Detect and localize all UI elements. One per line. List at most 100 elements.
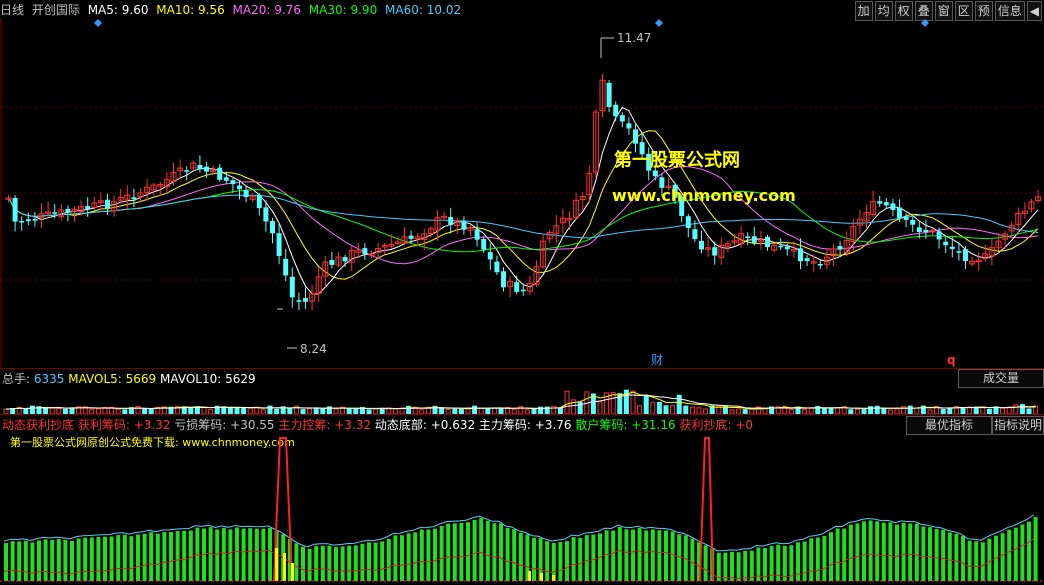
histogram-bar: [327, 545, 332, 581]
mavol5-value: 5669: [125, 372, 157, 386]
volume-bar: [689, 406, 695, 414]
price-chart[interactable]: 11.47 8.24 第一股票公式网 www.chnmoney.com 财 q: [0, 18, 1044, 368]
volume-chart[interactable]: [0, 387, 1044, 414]
histogram-bar: [169, 531, 173, 581]
histogram-bar: [835, 528, 840, 581]
histogram-bar: [829, 532, 833, 581]
candle-body-down: [936, 231, 942, 240]
histogram-bar: [815, 537, 820, 581]
panel-divider: [0, 414, 1044, 415]
candle-body-down: [204, 166, 209, 172]
volume-bar: [1013, 404, 1019, 414]
candle-body-down: [751, 236, 757, 243]
histogram-bar: [518, 532, 523, 581]
candle-body-down: [619, 115, 625, 122]
chip-histogram: [4, 516, 1038, 581]
histogram-bar: [83, 537, 88, 581]
candlestick-series: [5, 73, 1042, 311]
price-grid: [0, 18, 1044, 368]
volume-bar: [683, 405, 689, 414]
candle-body-down: [461, 221, 467, 230]
signal-bar: [275, 548, 278, 581]
histogram-bar: [254, 528, 259, 581]
histogram-bar: [43, 539, 48, 581]
main-control-value: 主力控筹: +3.32: [274, 418, 372, 432]
histogram-bar: [565, 541, 569, 581]
candle-body-down: [804, 258, 810, 262]
candle-body-down: [85, 206, 91, 209]
indicator-name: 动态获利抄底: [2, 418, 75, 432]
histogram-bar: [37, 540, 41, 581]
candle-body-down: [296, 300, 302, 302]
candle-body-down: [903, 216, 909, 220]
candle-body-down: [501, 271, 506, 288]
total-volume-value: 6335: [33, 372, 65, 386]
histogram-bar: [446, 523, 451, 581]
candle-body-down: [197, 164, 203, 170]
candle-body-down: [817, 263, 823, 266]
finance-marker[interactable]: 财: [651, 353, 663, 367]
histogram-bar: [17, 541, 22, 581]
histogram-bar: [868, 520, 873, 581]
histogram-bar: [89, 537, 94, 581]
histogram-bar: [452, 523, 457, 581]
signal-bar: [283, 553, 286, 581]
volume-bar: [650, 401, 656, 414]
histogram-bar: [1020, 524, 1025, 581]
candle-body-down: [217, 167, 223, 180]
candle-body-down: [613, 104, 619, 117]
candle-body-down: [798, 248, 803, 262]
candle-body-down: [784, 246, 790, 250]
histogram-bar: [228, 529, 233, 581]
volume-header: 总手: 6335 MAVOL5: 5669 MAVOL10: 5629: [2, 371, 256, 387]
volume-bar: [676, 394, 682, 414]
candle-body-down: [514, 282, 520, 292]
candle-body-down: [65, 208, 71, 213]
histogram-bar: [617, 527, 622, 581]
indicator-chart[interactable]: [0, 433, 1044, 585]
volume-bar: [722, 406, 728, 414]
mavol10-label: MAVOL10:: [160, 372, 226, 386]
candle-body-down: [712, 247, 718, 256]
histogram-bar: [314, 546, 319, 581]
candle-body-down: [949, 246, 955, 249]
histogram-bar: [716, 552, 721, 581]
candle-body-down: [237, 185, 242, 190]
candle-body-down: [289, 276, 295, 298]
volume-indicator-button[interactable]: 成交量: [958, 369, 1044, 388]
histogram-bar: [4, 543, 8, 581]
mavol5-label: MAVOL5:: [68, 372, 126, 386]
panel-divider: [0, 368, 1044, 369]
histogram-bar: [413, 532, 418, 581]
profit-chips-value: 获利筹码: +3.32: [74, 418, 171, 432]
volume-bar: [643, 395, 649, 414]
histogram-bar: [961, 535, 965, 581]
candle-body-down: [956, 251, 962, 253]
signal-bar: [528, 571, 531, 581]
histogram-bar: [353, 545, 358, 581]
candle-body-down: [32, 219, 38, 221]
histogram-bar: [809, 538, 814, 581]
diamond-markers: [94, 19, 929, 27]
candle-body-down: [745, 236, 751, 238]
histogram-bar: [373, 542, 378, 581]
histogram-bar: [875, 521, 880, 581]
low-price-label: 8.24: [300, 342, 327, 356]
histogram-bar: [129, 536, 134, 581]
candle-body-down: [963, 249, 968, 262]
histogram-bar: [743, 550, 748, 581]
histogram-bar: [631, 529, 635, 581]
histogram-bar: [30, 542, 35, 581]
volume-bar: [656, 401, 662, 414]
candle-body-down: [699, 240, 704, 250]
histogram-bar: [723, 552, 728, 581]
volume-bar: [670, 405, 676, 414]
histogram-bar: [545, 541, 550, 581]
volume-bar: [564, 390, 570, 414]
volume-bar: [597, 401, 603, 414]
histogram-bar: [690, 538, 695, 581]
histogram-bar: [637, 528, 642, 581]
q-marker[interactable]: q: [947, 353, 956, 367]
histogram-bar: [334, 547, 338, 581]
candle-body-down: [626, 123, 632, 129]
